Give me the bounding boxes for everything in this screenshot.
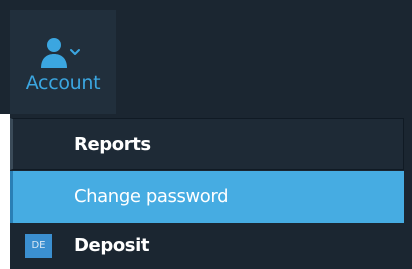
- account-button[interactable]: Account: [10, 10, 116, 114]
- menu-item-deposit[interactable]: DE Deposit: [10, 223, 404, 269]
- menu-item-label: Change password: [74, 186, 229, 207]
- menu-item-change-password[interactable]: Change password: [10, 171, 404, 223]
- menu-item-label: Deposit: [74, 235, 150, 256]
- user-icon: [41, 38, 80, 68]
- menu-item-reports[interactable]: Reports: [10, 118, 404, 170]
- account-dropdown-menu: Reports Change password DE Deposit: [10, 114, 412, 269]
- stage: Account Reports Change password DE Depos…: [0, 0, 412, 269]
- account-label: Account: [25, 72, 101, 94]
- menu-item-label: Reports: [74, 134, 151, 155]
- deposit-badge: DE: [25, 234, 52, 258]
- chevron-down-icon: [70, 49, 80, 55]
